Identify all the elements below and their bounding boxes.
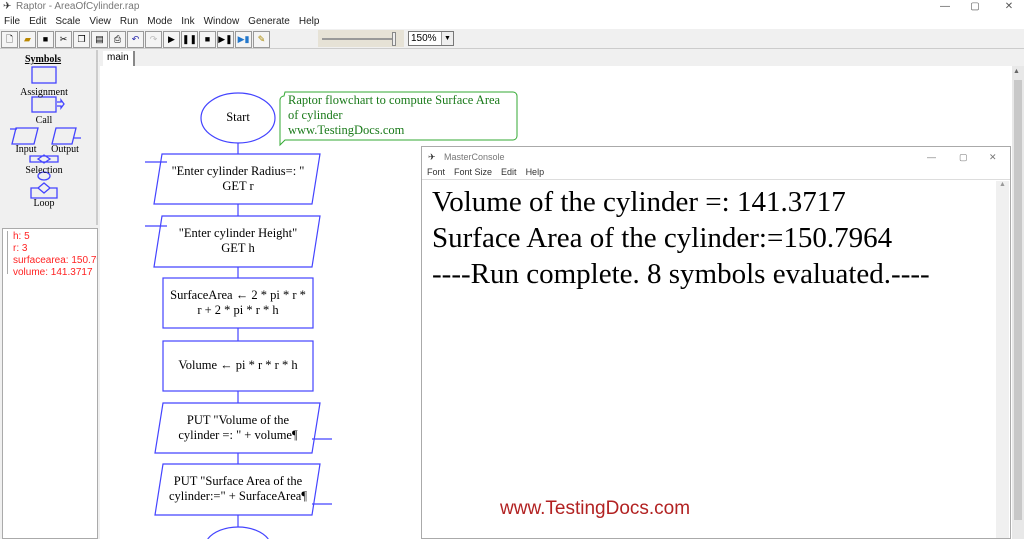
assign-volume-text[interactable]: Volume ← pi * r * r * h xyxy=(163,358,313,373)
title-bar: ✈ Raptor - AreaOfCylinder.rap — ▢ ✕ xyxy=(0,0,1024,14)
console-menu-edit[interactable]: Edit xyxy=(501,167,517,177)
console-title-bar: ✈ MasterConsole — ▢ ✕ xyxy=(422,147,1010,167)
menu-ink[interactable]: Ink xyxy=(181,14,194,29)
maximize-button[interactable]: ▢ xyxy=(960,0,990,14)
console-title: MasterConsole xyxy=(444,152,505,162)
play-icon[interactable]: ▶ xyxy=(163,31,180,48)
raptor-logo-icon: ✈ xyxy=(428,152,436,162)
console-line: ----Run complete. 8 symbols evaluated.--… xyxy=(432,258,930,290)
minimize-button[interactable]: — xyxy=(930,0,960,14)
vertical-scrollbar[interactable]: ▲ xyxy=(1012,66,1024,539)
zoom-value: 150% xyxy=(411,33,437,44)
symbol-loop[interactable]: Loop xyxy=(14,196,74,211)
redo-icon[interactable]: ↷ xyxy=(145,31,162,48)
copy-icon[interactable]: ❐ xyxy=(73,31,90,48)
menu-generate[interactable]: Generate xyxy=(248,14,290,29)
step-into-icon[interactable]: ▶▮ xyxy=(235,31,252,48)
symbol-output[interactable]: Output xyxy=(45,142,85,157)
menu-help[interactable]: Help xyxy=(299,14,320,29)
console-close-button[interactable]: ✕ xyxy=(989,147,997,167)
variable-item[interactable]: h: 5 xyxy=(13,231,97,243)
console-menu-help[interactable]: Help xyxy=(526,167,545,177)
output-volume-text[interactable]: PUT "Volume of the cylinder =: " + volume… xyxy=(158,413,318,443)
input-height-text[interactable]: "Enter cylinder Height" GET h xyxy=(158,226,318,256)
open-file-icon[interactable]: ▰ xyxy=(19,31,36,48)
menu-edit[interactable]: Edit xyxy=(29,14,46,29)
symbol-input[interactable]: Input xyxy=(6,142,46,157)
output-surface-text[interactable]: PUT "Surface Area of the cylinder:=" + Su… xyxy=(158,474,318,504)
paste-icon[interactable]: ▤ xyxy=(91,31,108,48)
variable-item[interactable]: surfacearea: 150.7964 xyxy=(13,255,97,267)
menu-file[interactable]: File xyxy=(4,14,20,29)
tab-main[interactable]: main xyxy=(103,51,135,66)
console-menu-font[interactable]: Font xyxy=(427,167,445,177)
console-menu-font-size[interactable]: Font Size xyxy=(454,167,492,177)
window-title: Raptor - AreaOfCylinder.rap xyxy=(16,1,140,12)
slider-thumb[interactable] xyxy=(392,32,396,46)
menu-run[interactable]: Run xyxy=(120,14,138,29)
chevron-down-icon: ▼ xyxy=(441,32,453,45)
pause-icon[interactable]: ❚❚ xyxy=(181,31,198,48)
menu-window[interactable]: Window xyxy=(204,14,240,29)
raptor-logo-icon: ✈ xyxy=(3,1,12,12)
menu-scale[interactable]: Scale xyxy=(55,14,80,29)
menu-view[interactable]: View xyxy=(89,14,111,29)
symbol-assignment[interactable]: Assignment xyxy=(14,85,74,100)
symbol-call[interactable]: Call xyxy=(14,113,74,128)
pen-icon[interactable]: ✎ xyxy=(253,31,270,48)
variables-panel: h: 5 r: 3 surfacearea: 150.7964 volume: … xyxy=(2,228,98,539)
end-terminal xyxy=(207,526,269,539)
assignment-symbol-icon xyxy=(31,66,57,84)
cut-icon[interactable]: ✂ xyxy=(55,31,72,48)
undo-icon[interactable]: ↶ xyxy=(127,31,144,48)
watermark: www.TestingDocs.com xyxy=(500,498,691,519)
console-maximize-button[interactable]: ▢ xyxy=(959,147,968,167)
symbols-panel: Symbols Assignment Call Input Output Sel… xyxy=(0,50,98,225)
print-icon[interactable]: ⎙ xyxy=(109,31,126,48)
zoom-slider[interactable] xyxy=(318,30,404,47)
start-label[interactable]: Start xyxy=(201,110,275,125)
variable-item[interactable]: volume: 141.3717 xyxy=(13,267,97,279)
toolbar: 🗋 ▰ ■ ✂ ❐ ▤ ⎙ ↶ ↷ ▶ ❚❚ ■ ▶❚ ▶▮ ✎ xyxy=(0,30,1024,49)
close-button[interactable]: ✕ xyxy=(994,0,1024,14)
new-file-icon[interactable]: 🗋 xyxy=(1,31,18,48)
console-minimize-button[interactable]: — xyxy=(927,147,936,167)
master-console-window: ✈ MasterConsole — ▢ ✕ Font Font Size Edi… xyxy=(421,146,1011,539)
stop-icon[interactable]: ■ xyxy=(199,31,216,48)
console-line: Volume of the cylinder =: 141.3717 xyxy=(432,186,846,218)
symbol-selection[interactable]: Selection xyxy=(14,163,74,178)
console-line: Surface Area of the cylinder:=150.7964 xyxy=(432,222,893,254)
input-radius-text[interactable]: "Enter cylinder Radius=: " GET r xyxy=(158,164,318,194)
console-scrollbar[interactable]: ▲ xyxy=(996,181,1009,538)
step-icon[interactable]: ▶❚ xyxy=(217,31,234,48)
assign-surface-text[interactable]: SurfaceArea ← 2 * pi * r * r + 2 * pi * r… xyxy=(163,288,313,318)
menu-bar: File Edit Scale View Run Mode Ink Window… xyxy=(0,14,1024,29)
menu-mode[interactable]: Mode xyxy=(147,14,172,29)
console-output[interactable]: Volume of the cylinder =: 141.3717 Surfa… xyxy=(432,184,930,292)
comment-text[interactable]: Raptor flowchart to compute Surface Area… xyxy=(288,93,518,138)
console-menu-bar: Font Font Size Edit Help xyxy=(427,167,544,177)
save-icon[interactable]: ■ xyxy=(37,31,54,48)
zoom-select[interactable]: 150% ▼ xyxy=(408,31,454,46)
variable-item[interactable]: r: 3 xyxy=(13,243,97,255)
tab-strip xyxy=(100,50,1024,66)
